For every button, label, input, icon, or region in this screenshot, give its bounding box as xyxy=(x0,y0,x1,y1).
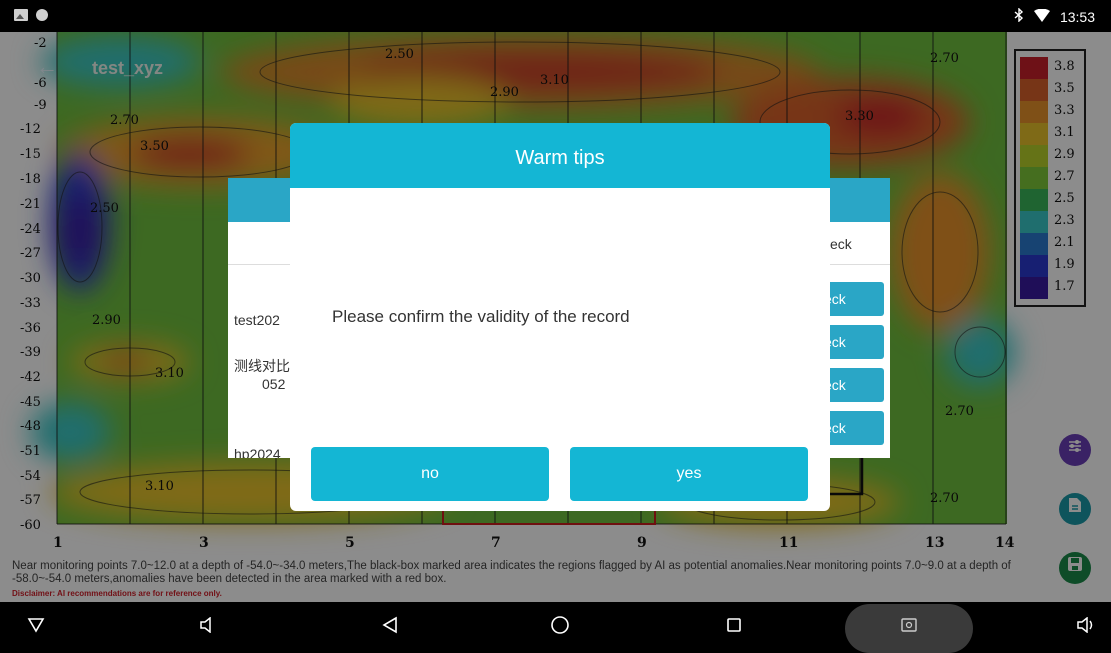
home-circle-icon xyxy=(550,615,570,640)
back-button[interactable] xyxy=(372,602,408,653)
camera-icon xyxy=(900,617,918,638)
dialog-title: Warm tips xyxy=(290,123,830,188)
wifi-icon xyxy=(1033,8,1050,25)
triangle-down-icon xyxy=(27,617,45,638)
home-button[interactable] xyxy=(542,602,578,653)
record-name: test202 xyxy=(234,312,280,328)
record-name: 测线对比 xyxy=(234,358,290,374)
gallery-notification-icon xyxy=(14,9,28,21)
record-date: 052 xyxy=(262,376,286,392)
app-screen: 2.50 2.70 2.90 3.10 3.30 3.50 2.70 2.90 … xyxy=(0,32,1111,602)
circle-notification-icon xyxy=(36,9,48,21)
record-name: hp2024 xyxy=(234,446,281,458)
no-button[interactable]: no xyxy=(311,447,549,501)
yes-button[interactable]: yes xyxy=(570,447,808,501)
volume-down-button[interactable] xyxy=(190,602,226,653)
status-bar: 13:53 xyxy=(0,0,1111,32)
record-list-header-check: eck xyxy=(830,236,852,252)
speaker-icon xyxy=(199,616,217,638)
navigation-bar xyxy=(0,602,1111,653)
bluetooth-icon xyxy=(1014,7,1024,25)
warm-tips-dialog: Warm tips Please confirm the validity of… xyxy=(290,123,830,511)
recents-button[interactable] xyxy=(716,602,752,653)
clock: 13:53 xyxy=(1059,8,1095,25)
screenshot-button[interactable] xyxy=(891,602,927,653)
speaker-loud-icon xyxy=(1076,616,1096,638)
back-triangle-icon xyxy=(382,616,398,639)
dialog-message: Please confirm the validity of the recor… xyxy=(332,307,630,326)
volume-up-button[interactable] xyxy=(1068,602,1104,653)
nav-menu-button[interactable] xyxy=(18,602,54,653)
square-icon xyxy=(726,617,742,638)
